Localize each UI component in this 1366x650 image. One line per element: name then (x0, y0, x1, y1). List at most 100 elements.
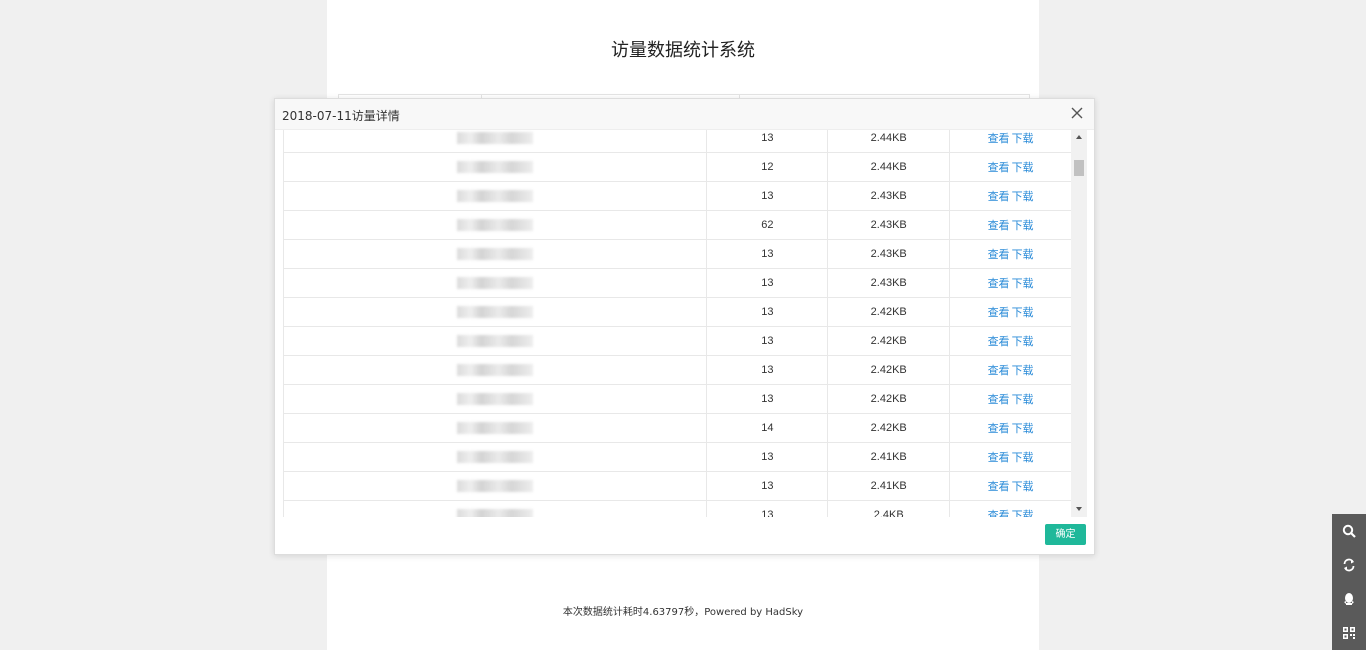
table-row: 62 2.43KB 查看 下载 (283, 210, 1071, 240)
table-row: 13 2.42KB 查看 下载 (283, 355, 1071, 385)
size-cell: 2.43KB (827, 210, 950, 240)
count-cell: 13 (706, 268, 828, 298)
url-cell (283, 210, 707, 240)
view-link[interactable]: 查看 (988, 481, 1010, 493)
download-link[interactable]: 下载 (1012, 394, 1034, 406)
refresh-tool-button[interactable] (1332, 548, 1366, 582)
ok-button[interactable]: 确定 (1045, 524, 1086, 545)
view-link[interactable]: 查看 (988, 452, 1010, 464)
actions-cell: 查看 下载 (949, 471, 1071, 501)
table-row: 13 2.42KB 查看 下载 (283, 384, 1071, 414)
download-link[interactable]: 下载 (1012, 336, 1034, 348)
count-cell: 13 (706, 500, 828, 517)
view-link[interactable]: 查看 (988, 423, 1010, 435)
view-link[interactable]: 查看 (988, 365, 1010, 377)
qrcode-tool-button[interactable] (1332, 616, 1366, 650)
actions-cell: 查看 下载 (949, 500, 1071, 517)
redacted-url (457, 306, 534, 319)
redacted-url (457, 132, 534, 145)
count-cell: 13 (706, 471, 828, 501)
table-row: 13 2.43KB 查看 下载 (283, 239, 1071, 269)
vertical-scrollbar[interactable] (1071, 130, 1087, 517)
search-icon (1342, 524, 1356, 538)
size-cell: 2.44KB (827, 152, 950, 182)
size-cell: 2.42KB (827, 355, 950, 385)
scroll-up-arrow[interactable] (1076, 135, 1082, 139)
view-link[interactable]: 查看 (988, 336, 1010, 348)
download-link[interactable]: 下载 (1012, 423, 1034, 435)
actions-cell: 查看 下载 (949, 268, 1071, 298)
size-cell: 2.42KB (827, 384, 950, 414)
view-link[interactable]: 查看 (988, 249, 1010, 261)
page-title: 访量数据统计系统 (611, 40, 755, 61)
details-table: 13 2.44KB 查看 下载 12 2.44KB 查看 下载 13 2.43KB 查看 下载 62 2.… (283, 130, 1071, 517)
close-icon[interactable] (1068, 104, 1086, 122)
count-cell: 13 (706, 384, 828, 414)
redacted-url (457, 422, 534, 435)
count-cell: 13 (706, 297, 828, 327)
table-row: 13 2.43KB 查看 下载 (283, 181, 1071, 211)
download-link[interactable]: 下载 (1012, 162, 1034, 174)
view-link[interactable]: 查看 (988, 220, 1010, 232)
qrcode-icon (1343, 627, 1355, 639)
refresh-icon (1343, 558, 1355, 572)
view-link[interactable]: 查看 (988, 510, 1010, 517)
url-cell (283, 297, 707, 327)
url-cell (283, 442, 707, 472)
download-link[interactable]: 下载 (1012, 133, 1034, 145)
side-toolbar (1332, 514, 1366, 650)
count-cell: 62 (706, 210, 828, 240)
redacted-url (457, 219, 534, 232)
search-tool-button[interactable] (1332, 514, 1366, 548)
view-link[interactable]: 查看 (988, 394, 1010, 406)
size-cell: 2.43KB (827, 268, 950, 298)
details-table-wrapper[interactable]: 13 2.44KB 查看 下载 12 2.44KB 查看 下载 13 2.43KB 查看 下载 62 2.… (283, 130, 1071, 517)
actions-cell: 查看 下载 (949, 355, 1071, 385)
table-row: 13 2.41KB 查看 下载 (283, 442, 1071, 472)
url-cell (283, 413, 707, 443)
download-link[interactable]: 下载 (1012, 307, 1034, 319)
footer-text: 本次数据统计耗时4.63797秒，Powered by HadSky (562, 607, 804, 618)
view-link[interactable]: 查看 (988, 133, 1010, 145)
url-cell (283, 268, 707, 298)
view-link[interactable]: 查看 (988, 307, 1010, 319)
redacted-url (457, 277, 534, 290)
download-link[interactable]: 下载 (1012, 510, 1034, 517)
download-link[interactable]: 下载 (1012, 365, 1034, 377)
url-cell (283, 471, 707, 501)
download-link[interactable]: 下载 (1012, 278, 1034, 290)
table-row: 13 2.41KB 查看 下载 (283, 471, 1071, 501)
actions-cell: 查看 下载 (949, 152, 1071, 182)
count-cell: 13 (706, 130, 828, 153)
table-row: 13 2.4KB 查看 下载 (283, 500, 1071, 517)
download-link[interactable]: 下载 (1012, 452, 1034, 464)
view-link[interactable]: 查看 (988, 278, 1010, 290)
count-cell: 13 (706, 239, 828, 269)
view-link[interactable]: 查看 (988, 191, 1010, 203)
table-row: 13 2.44KB 查看 下载 (283, 130, 1071, 153)
actions-cell: 查看 下载 (949, 239, 1071, 269)
download-link[interactable]: 下载 (1012, 191, 1034, 203)
view-link[interactable]: 查看 (988, 162, 1010, 174)
table-row: 13 2.42KB 查看 下载 (283, 297, 1071, 327)
modal-title: 2018-07-11访量详情 (282, 109, 400, 123)
download-link[interactable]: 下载 (1012, 220, 1034, 232)
download-link[interactable]: 下载 (1012, 481, 1034, 493)
size-cell: 2.44KB (827, 130, 950, 153)
url-cell (283, 500, 707, 517)
count-cell: 13 (706, 181, 828, 211)
size-cell: 2.42KB (827, 297, 950, 327)
url-cell (283, 239, 707, 269)
actions-cell: 查看 下载 (949, 297, 1071, 327)
scrollbar-thumb[interactable] (1074, 160, 1084, 176)
scroll-down-arrow[interactable] (1076, 507, 1082, 511)
url-cell (283, 384, 707, 414)
redacted-url (457, 248, 534, 261)
count-cell: 13 (706, 326, 828, 356)
size-cell: 2.42KB (827, 326, 950, 356)
size-cell: 2.4KB (827, 500, 950, 517)
download-link[interactable]: 下载 (1012, 249, 1034, 261)
actions-cell: 查看 下载 (949, 210, 1071, 240)
qq-tool-button[interactable] (1332, 582, 1366, 616)
count-cell: 12 (706, 152, 828, 182)
